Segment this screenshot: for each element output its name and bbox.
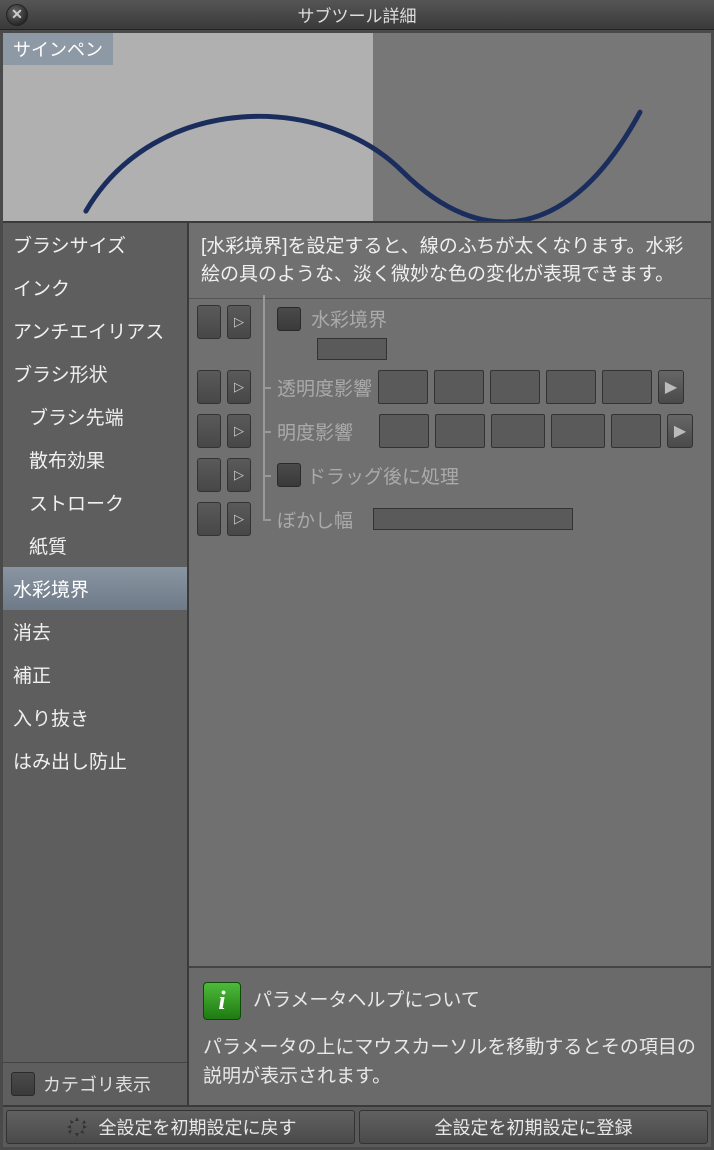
param-visibility-toggle[interactable] [197, 370, 221, 404]
category-display-checkbox[interactable] [11, 1072, 35, 1096]
sidebar-item[interactable]: 補正 [3, 653, 187, 696]
preview-stroke [3, 33, 711, 221]
help-panel: i パラメータヘルプについて パラメータの上にマウスカーソルを移動するとその項目… [189, 966, 711, 1105]
opacity-effect-segments[interactable] [378, 370, 652, 404]
watercolor-border-slider[interactable] [317, 338, 387, 360]
opacity-effect-label: 透明度影響 [277, 374, 372, 401]
category-display-label: カテゴリ表示 [43, 1071, 151, 1097]
tree-connector [257, 502, 271, 536]
sidebar-item[interactable]: アンチエイリアス [3, 309, 187, 352]
category-sidebar: ブラシサイズインクアンチエイリアスブラシ形状ブラシ先端散布効果ストローク紙質水彩… [3, 223, 189, 1105]
sidebar-item[interactable]: はみ出し防止 [3, 739, 187, 782]
process-after-drag-label: ドラッグ後に処理 [307, 462, 459, 489]
brush-preview: サインペン [3, 33, 711, 223]
param-expand-toggle[interactable]: ▷ [227, 370, 251, 404]
param-visibility-toggle[interactable] [197, 502, 221, 536]
watercolor-border-checkbox[interactable] [277, 307, 301, 331]
param-expand-toggle[interactable]: ▷ [227, 414, 251, 448]
tree-connector [257, 370, 271, 404]
brightness-effect-more[interactable]: ▶ [667, 414, 693, 448]
param-expand-toggle[interactable]: ▷ [227, 502, 251, 536]
reset-all-label: 全設定を初期設定に戻す [99, 1114, 297, 1140]
blur-width-label: ぼかし幅 [277, 506, 353, 533]
close-button[interactable]: ✕ [6, 4, 28, 26]
sidebar-item[interactable]: ブラシサイズ [3, 223, 187, 266]
param-expand-toggle[interactable]: ▷ [227, 305, 251, 339]
opacity-effect-more[interactable]: ▶ [658, 370, 684, 404]
tree-connector [257, 458, 271, 492]
help-body: パラメータの上にマウスカーソルを移動するとその項目の説明が表示されます。 [203, 1034, 697, 1091]
param-visibility-toggle[interactable] [197, 414, 221, 448]
sidebar-item[interactable]: 入り抜き [3, 696, 187, 739]
window-title: サブツール詳細 [0, 2, 714, 27]
parameters-panel: ▷ 水彩境界 ▷ 透 [189, 299, 711, 966]
category-description: [水彩境界]を設定すると、線のふちが太くなります。水彩絵の具のような、淡く微妙な… [189, 223, 711, 299]
sidebar-item[interactable]: ストローク [3, 481, 187, 524]
info-icon: i [203, 982, 241, 1020]
brightness-effect-segments[interactable] [379, 414, 661, 448]
sidebar-item[interactable]: 紙質 [3, 524, 187, 567]
param-expand-toggle[interactable]: ▷ [227, 458, 251, 492]
watercolor-border-label: 水彩境界 [311, 305, 387, 332]
blur-width-slider[interactable] [373, 508, 573, 530]
param-visibility-toggle[interactable] [197, 458, 221, 492]
reset-all-button[interactable]: 全設定を初期設定に戻す [6, 1110, 355, 1144]
process-after-drag-checkbox[interactable] [277, 463, 301, 487]
sidebar-item[interactable]: 散布効果 [3, 438, 187, 481]
reset-icon [65, 1115, 89, 1139]
register-all-label: 全設定を初期設定に登録 [435, 1114, 633, 1140]
register-all-button[interactable]: 全設定を初期設定に登録 [359, 1110, 708, 1144]
brightness-effect-label: 明度影響 [277, 418, 353, 445]
help-title: パラメータヘルプについて [253, 987, 480, 1016]
param-visibility-toggle[interactable] [197, 305, 221, 339]
sidebar-item[interactable]: インク [3, 266, 187, 309]
sidebar-item[interactable]: ブラシ先端 [3, 395, 187, 438]
sidebar-item[interactable]: ブラシ形状 [3, 352, 187, 395]
sidebar-item[interactable]: 消去 [3, 610, 187, 653]
tree-connector [257, 305, 271, 360]
tree-connector [257, 414, 271, 448]
sidebar-item[interactable]: 水彩境界 [3, 567, 187, 610]
